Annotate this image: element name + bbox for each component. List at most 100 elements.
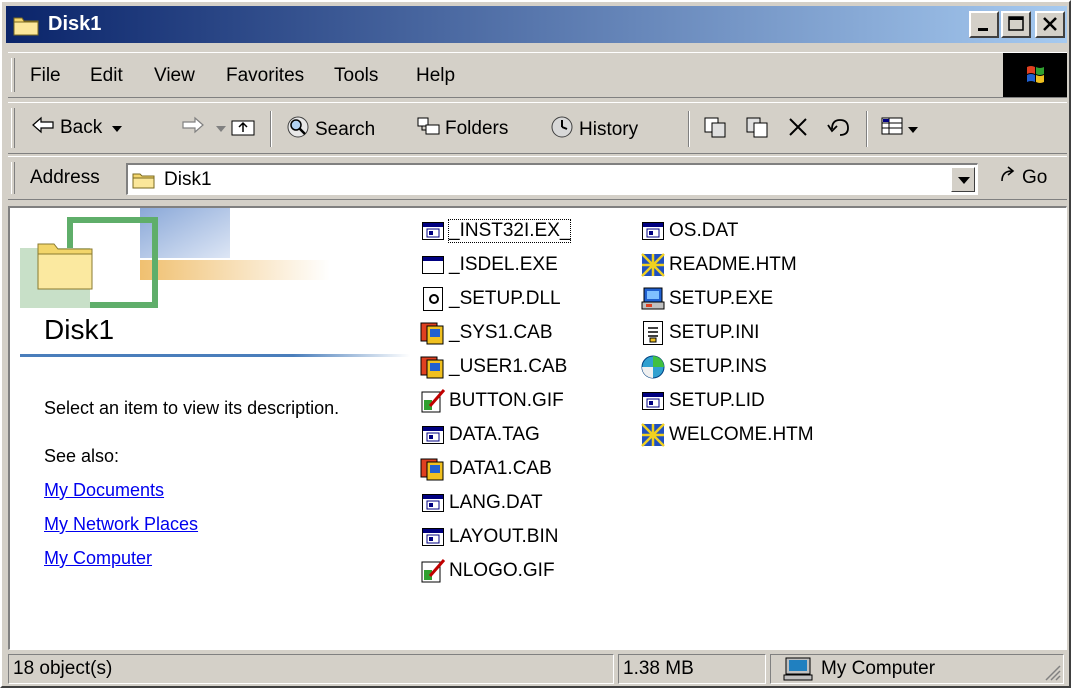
up-folder-icon — [230, 115, 256, 143]
folders-button[interactable]: Folders — [416, 115, 508, 143]
back-label: Back — [60, 117, 103, 138]
link-my-computer[interactable]: My Computer — [44, 548, 152, 569]
address-dropdown-button[interactable] — [951, 167, 975, 192]
menu-file[interactable]: File — [30, 65, 61, 87]
address-bar-grip[interactable] — [11, 162, 15, 194]
resize-grip-icon[interactable] — [1043, 663, 1061, 681]
menu-tools[interactable]: Tools — [334, 65, 378, 87]
forward-arrow-icon — [180, 115, 206, 141]
move-to-icon — [702, 115, 728, 145]
file-item[interactable]: DATA.TAG — [420, 420, 540, 450]
settings-file-icon — [640, 320, 666, 346]
file-name: BUTTON.GIF — [449, 390, 564, 411]
file-name: DATA1.CAB — [449, 458, 552, 479]
file-item[interactable]: LANG.DAT — [420, 488, 543, 518]
file-name: _INST32I.EX_ — [447, 219, 572, 243]
dll-file-icon — [420, 286, 446, 312]
back-button[interactable]: Back — [30, 115, 123, 141]
history-icon — [548, 115, 576, 145]
views-dropdown-icon[interactable] — [908, 118, 918, 140]
data-file-icon — [640, 388, 666, 414]
html-file-icon — [640, 252, 666, 278]
go-label: Go — [1022, 167, 1048, 188]
file-name: SETUP.INS — [669, 356, 767, 377]
status-size: 1.38 MB — [618, 654, 766, 684]
file-item[interactable]: BUTTON.GIF — [420, 386, 564, 416]
maximize-button[interactable] — [1001, 11, 1031, 38]
history-button[interactable]: History — [548, 115, 638, 145]
windows-logo — [1003, 53, 1067, 97]
toolbar-separator — [866, 111, 868, 147]
my-computer-icon — [783, 657, 813, 681]
move-to-button[interactable] — [702, 115, 728, 145]
link-my-network-places[interactable]: My Network Places — [44, 514, 198, 535]
folder-view[interactable]: Disk1 Select an item to view its descrip… — [8, 206, 1067, 650]
data-file-icon — [420, 524, 446, 550]
file-item[interactable]: _INST32I.EX_ — [420, 216, 572, 246]
title-bar[interactable]: Disk1 — [6, 6, 1067, 43]
views-button[interactable] — [880, 115, 918, 143]
application-icon — [420, 252, 446, 278]
address-bar: Address Disk1 Go — [8, 156, 1067, 200]
file-item[interactable]: _SYS1.CAB — [420, 318, 553, 348]
file-name: WELCOME.HTM — [669, 424, 814, 445]
file-item[interactable]: SETUP.EXE — [640, 284, 773, 314]
standard-toolbar: Back Search Folders History — [8, 102, 1067, 154]
folders-icon — [416, 115, 442, 143]
file-item[interactable]: DATA1.CAB — [420, 454, 552, 484]
menu-help[interactable]: Help — [416, 65, 455, 87]
search-button[interactable]: Search — [284, 115, 375, 145]
folders-label: Folders — [445, 118, 509, 139]
menu-edit[interactable]: Edit — [90, 65, 123, 87]
forward-dropdown-icon[interactable] — [216, 117, 226, 139]
image-file-icon — [420, 388, 446, 414]
file-item[interactable]: WELCOME.HTM — [640, 420, 814, 450]
forward-button[interactable] — [180, 115, 226, 141]
search-icon — [284, 115, 312, 145]
up-folder-button[interactable] — [230, 115, 256, 143]
file-item[interactable]: _SETUP.DLL — [420, 284, 561, 314]
file-name: LAYOUT.BIN — [449, 526, 559, 547]
folder-banner — [20, 208, 340, 308]
file-name: _ISDEL.EXE — [449, 254, 558, 275]
file-name: LANG.DAT — [449, 492, 543, 513]
file-item[interactable]: NLOGO.GIF — [420, 556, 555, 586]
cabinet-file-icon — [420, 320, 446, 346]
menu-bar-grip[interactable] — [11, 58, 15, 92]
minimize-button[interactable] — [969, 11, 999, 38]
menu-view[interactable]: View — [154, 65, 195, 87]
file-item[interactable]: LAYOUT.BIN — [420, 522, 558, 552]
undo-icon — [826, 115, 852, 145]
close-button[interactable] — [1035, 11, 1065, 38]
file-name: _SYS1.CAB — [449, 322, 553, 343]
data-file-icon — [420, 218, 446, 244]
folder-icon — [132, 170, 156, 190]
undo-button[interactable] — [826, 115, 852, 145]
file-name: SETUP.LID — [669, 390, 765, 411]
file-item[interactable]: OS.DAT — [640, 216, 738, 246]
file-item[interactable]: SETUP.INS — [640, 352, 767, 382]
explorer-window: Disk1 File Edit View Favorites Tools Hel… — [0, 0, 1071, 688]
menu-favorites[interactable]: Favorites — [226, 65, 304, 87]
go-button[interactable]: Go — [998, 165, 1047, 191]
link-my-documents[interactable]: My Documents — [44, 480, 164, 501]
data-file-icon — [640, 218, 666, 244]
status-bar: 18 object(s) 1.38 MB My Computer — [8, 652, 1067, 686]
file-name: SETUP.EXE — [669, 288, 774, 309]
image-file-icon — [420, 558, 446, 584]
file-item[interactable]: _ISDEL.EXE — [420, 250, 558, 280]
description-text: Select an item to view its description. — [44, 398, 340, 418]
file-item[interactable]: SETUP.INI — [640, 318, 759, 348]
address-input[interactable]: Disk1 — [126, 163, 978, 195]
file-item[interactable]: SETUP.LID — [640, 386, 765, 416]
copy-to-button[interactable] — [744, 115, 770, 145]
history-label: History — [579, 119, 639, 140]
toolbar-grip[interactable] — [11, 108, 15, 148]
status-object-count: 18 object(s) — [8, 654, 614, 684]
delete-button[interactable] — [786, 115, 810, 145]
window-title: Disk1 — [48, 13, 102, 35]
go-arrow-icon — [998, 165, 1020, 191]
file-item[interactable]: _USER1.CAB — [420, 352, 567, 382]
file-item[interactable]: README.HTM — [640, 250, 797, 280]
back-dropdown-icon[interactable] — [112, 117, 123, 139]
